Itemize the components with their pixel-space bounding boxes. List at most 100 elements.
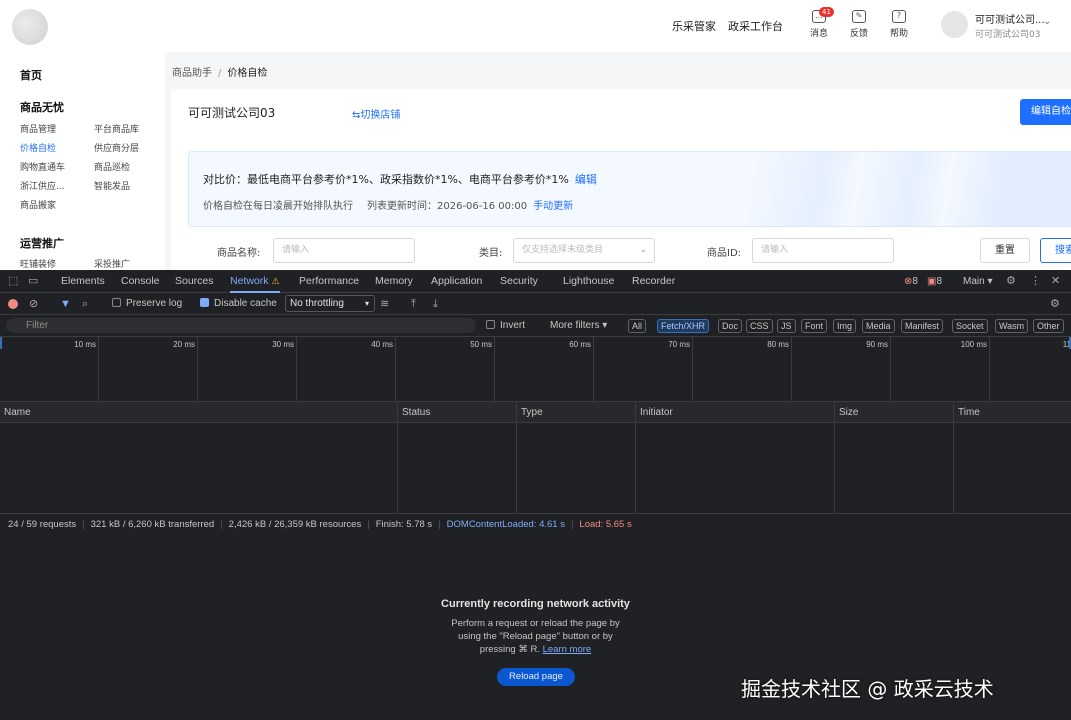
column-name[interactable]: Name <box>0 402 397 423</box>
edit-check-button[interactable]: 编辑自检 <box>1020 99 1071 125</box>
user-name[interactable]: 可可测试公司... <box>975 11 1045 26</box>
tab-recorder[interactable]: Recorder <box>632 270 675 293</box>
tab-security[interactable]: Security <box>500 270 538 293</box>
edit-compare-link[interactable]: 编辑 <box>575 173 597 186</box>
price-check-card: 可可测试公司03 ⇆切换店铺 编辑自检 对比价：最低电商平台参考价*1%、政采指… <box>171 89 1071 285</box>
logo[interactable] <box>12 9 48 45</box>
timeline-column: 90 ms <box>792 337 891 402</box>
sidebar-item-price-check[interactable]: 价格自检 <box>20 141 56 154</box>
more-filters-dropdown[interactable]: More filters ▾ <box>550 315 607 337</box>
invert-checkbox[interactable]: Invert <box>486 315 525 337</box>
disable-cache-checkbox[interactable]: Disable cache <box>200 293 277 315</box>
sidebar-item-goods-move[interactable]: 商品搬家 <box>20 198 56 211</box>
filter-chip-font[interactable]: Font <box>801 319 828 333</box>
column-divider <box>397 423 398 514</box>
filter-chip-all[interactable]: All <box>628 319 647 333</box>
tab-application[interactable]: Application <box>431 270 482 293</box>
clear-icon[interactable]: ⊘ <box>29 293 38 315</box>
sidebar-item-shopping-express[interactable]: 购物直通车 <box>20 160 65 173</box>
goods-id-input[interactable]: 请输入 <box>752 238 894 263</box>
tab-lighthouse[interactable]: Lighthouse <box>563 270 614 293</box>
manual-update-link[interactable]: 手动更新 <box>533 201 573 212</box>
filter-chip-doc[interactable]: Doc <box>718 319 743 333</box>
network-toolbar: ⊘ ▼ ⌕ Preserve log Disable cache No thro… <box>0 293 1071 315</box>
filter-chip-media[interactable]: Media <box>862 319 895 333</box>
warning-count[interactable]: ▣8 <box>927 270 942 293</box>
timeline-tick: 50 ms <box>470 340 492 349</box>
sidebar-item-zhejiang-supply[interactable]: 浙江供应... <box>20 179 65 192</box>
close-icon[interactable]: ✕ <box>1051 270 1060 293</box>
filter-chip-fetch-xhr[interactable]: Fetch/XHR <box>657 319 710 333</box>
column-initiator[interactable]: Initiator <box>635 402 834 423</box>
inspect-element-icon[interactable]: ⬚ <box>8 270 18 293</box>
filter-chip-img[interactable]: Img <box>833 319 857 333</box>
switch-shop-link[interactable]: ⇆切换店铺 <box>352 106 400 121</box>
recording-empty-state: Currently recording network activity Per… <box>0 598 1071 656</box>
sidebar-item-goods-manage[interactable]: 商品管理 <box>20 122 56 135</box>
help-button[interactable]: ? 帮助 <box>885 10 913 39</box>
more-options-icon[interactable]: ⋮ <box>1030 270 1041 293</box>
chevron-down-icon: ⌄ <box>639 245 647 255</box>
upload-icon[interactable]: ⤒ <box>411 293 416 315</box>
avatar[interactable] <box>941 11 968 38</box>
user-company: 可可测试公司03 <box>975 30 1041 40</box>
feedback-label: 反馈 <box>849 29 868 39</box>
tab-memory[interactable]: Memory <box>375 270 413 293</box>
filter-chip-other[interactable]: Other <box>1033 319 1064 333</box>
tab-elements[interactable]: Elements <box>61 270 105 293</box>
breadcrumb-parent[interactable]: 商品助手 <box>172 68 212 79</box>
column-status[interactable]: Status <box>397 402 516 423</box>
column-type[interactable]: Type <box>516 402 635 423</box>
reload-page-button[interactable]: Reload page <box>497 668 575 686</box>
timeline-column: 40 ms <box>297 337 396 402</box>
workbench-link[interactable]: 政采工作台 <box>728 18 783 34</box>
record-icon[interactable] <box>8 299 18 309</box>
sidebar-item-smart-publish[interactable]: 智能发品 <box>94 179 130 192</box>
filter-chip-wasm[interactable]: Wasm <box>995 319 1029 333</box>
reset-button[interactable]: 重置 <box>980 238 1030 263</box>
learn-more-link[interactable]: Learn more <box>543 644 592 655</box>
lecai-manager-link[interactable]: 乐采管家 <box>672 18 716 34</box>
column-time[interactable]: Time <box>953 402 1071 423</box>
filter-input[interactable]: Filter <box>6 318 476 333</box>
chevron-down-icon[interactable]: ⌄ <box>1043 16 1051 27</box>
column-divider <box>953 423 954 514</box>
sidebar-item-supplier-tier[interactable]: 供应商分层 <box>94 141 139 154</box>
filter-chip-js[interactable]: JS <box>777 319 796 333</box>
sidebar-item-shop-decor[interactable]: 旺铺装修 <box>20 257 56 270</box>
tab-sources[interactable]: Sources <box>175 270 214 293</box>
settings-gear-icon[interactable]: ⚙ <box>1006 270 1016 293</box>
category-select[interactable]: 仅支持选择末级类目 ⌄ <box>513 238 655 263</box>
context-selector[interactable]: Main ▾ <box>963 270 993 293</box>
network-conditions-icon[interactable]: ≋ <box>380 293 389 315</box>
sidebar-item-home[interactable]: 首页 <box>20 67 42 83</box>
column-divider <box>516 423 517 514</box>
filter-toggle-icon[interactable]: ▼ <box>60 293 71 315</box>
timeline-column: 30 ms <box>198 337 297 402</box>
filter-chip-css[interactable]: CSS <box>746 319 773 333</box>
network-settings-icon[interactable]: ⚙ <box>1050 293 1060 315</box>
tab-console[interactable]: Console <box>121 270 160 293</box>
download-icon[interactable]: ⤓ <box>433 293 438 315</box>
search-icon[interactable]: ⌕ <box>82 293 88 315</box>
filter-chip-manifest[interactable]: Manifest <box>901 319 944 333</box>
tab-network[interactable]: Network ⚠ <box>230 270 280 293</box>
sidebar-item-goods-inspect[interactable]: 商品巡检 <box>94 160 130 173</box>
feedback-button[interactable]: ✎ 反馈 <box>845 10 873 39</box>
sidebar-item-platform-library[interactable]: 平台商品库 <box>94 122 139 135</box>
tab-performance[interactable]: Performance <box>299 270 359 293</box>
goods-name-input[interactable]: 请输入 <box>273 238 415 263</box>
sidebar-item-promotion[interactable]: 采投推广 <box>94 257 130 270</box>
filter-chip-socket[interactable]: Socket <box>952 319 988 333</box>
sidebar: 首页 商品无忧 商品管理 平台商品库 价格自检 供应商分层 购物直通车 商品巡检… <box>0 52 165 270</box>
preserve-log-checkbox[interactable]: Preserve log <box>112 293 182 315</box>
network-overview-timeline[interactable]: 10 ms 20 ms 30 ms 40 ms 50 ms 60 ms 70 m… <box>0 337 1071 402</box>
column-size[interactable]: Size <box>834 402 953 423</box>
throttling-select[interactable]: No throttling ▾ <box>285 295 375 312</box>
network-summary-bar: 24 / 59 requests | 321 kB / 6,260 kB trans… <box>0 514 1071 536</box>
search-button[interactable]: 搜索 <box>1040 238 1071 263</box>
device-toolbar-icon[interactable]: ▭ <box>28 270 38 293</box>
messages-button[interactable]: … 41 消息 <box>805 7 834 39</box>
error-count[interactable]: ⊗8 <box>904 270 918 293</box>
timeline-tick: 90 ms <box>866 340 888 349</box>
